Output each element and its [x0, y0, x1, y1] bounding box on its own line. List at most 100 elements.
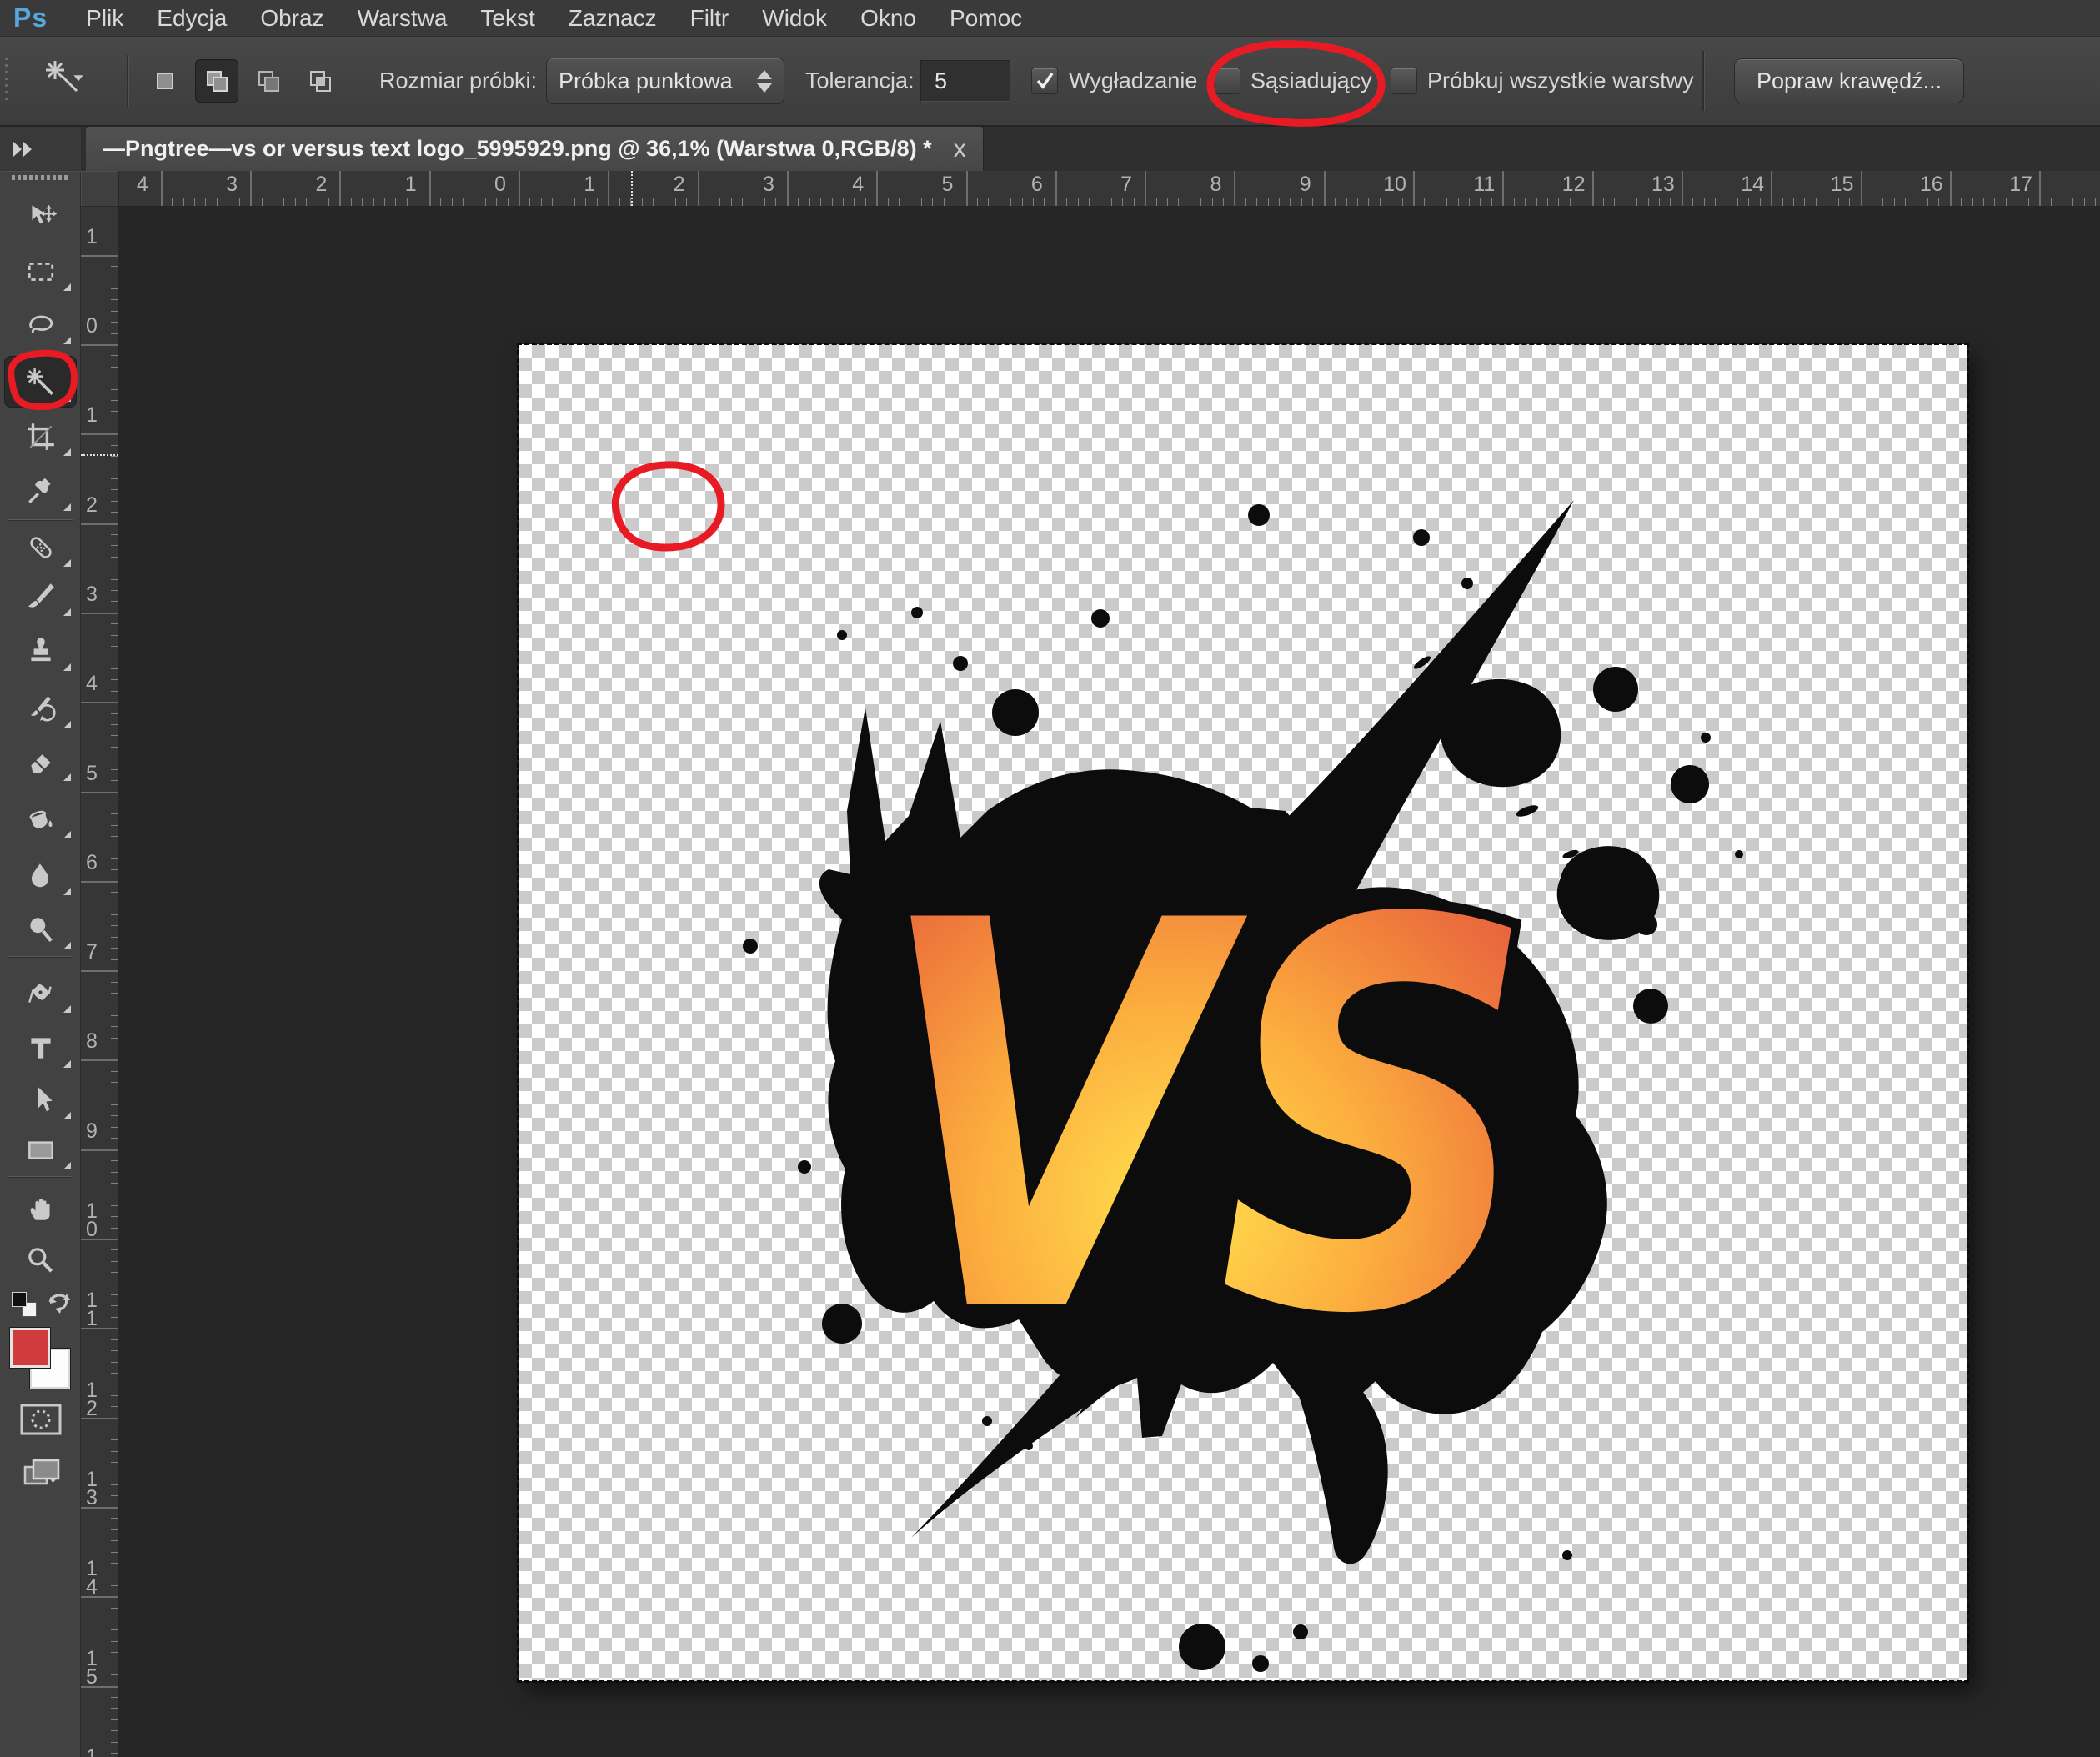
tool-hand[interactable]: [4, 1183, 77, 1234]
ruler-v-label: 1: [86, 406, 98, 424]
ruler-h-label: 15: [1831, 173, 1854, 197]
menu-item-tekst[interactable]: Tekst: [464, 5, 551, 32]
tool-history-brush[interactable]: [4, 683, 77, 734]
document-tab-bar: —Pngtree—vs or versus text logo_5995929.…: [81, 127, 2100, 171]
options-grip: [3, 58, 13, 104]
ruler-h-label: 12: [1562, 173, 1586, 197]
tolerance-input[interactable]: [920, 60, 1010, 102]
flyout-triangle-icon: [63, 831, 71, 838]
eyedropper-icon: [25, 476, 57, 506]
up-down-arrows-icon: [757, 70, 772, 93]
tool-pen[interactable]: [4, 967, 77, 1019]
tool-move[interactable]: [4, 191, 77, 243]
menu-item-filtr[interactable]: Filtr: [674, 5, 746, 32]
screen-mode-icon[interactable]: [22, 1457, 62, 1490]
ruler-h-label: 13: [1651, 173, 1675, 197]
tool-path-selection[interactable]: [4, 1074, 77, 1125]
subtract-from-selection-button[interactable]: [247, 59, 290, 103]
tool-magic-wand[interactable]: [4, 356, 77, 408]
ruler-v-label: 1: [86, 1748, 98, 1757]
ruler-corner-box: [81, 171, 119, 207]
ruler-h-label: 1: [405, 173, 417, 197]
tool-lasso[interactable]: [4, 298, 77, 350]
tool-crop[interactable]: [4, 410, 77, 462]
ruler-v-label: 1 4: [86, 1559, 98, 1596]
ruler-h-label: 4: [137, 173, 148, 197]
tools-panel-header[interactable]: [0, 127, 81, 172]
ruler-h-label: 1: [584, 173, 595, 197]
add-to-selection-button[interactable]: [195, 59, 238, 103]
vertical-ruler[interactable]: 101234567891 01 11 21 31 41 51: [81, 206, 119, 1757]
flyout-triangle-icon: [63, 394, 71, 402]
sample-all-layers-label: Próbkuj wszystkie warstwy: [1427, 68, 1694, 94]
magic-wand-icon: [25, 367, 57, 397]
options-separator-2: [1702, 51, 1704, 111]
document-tab[interactable]: —Pngtree—vs or versus text logo_5995929.…: [86, 127, 984, 171]
pen-icon: [25, 978, 57, 1008]
subtract-from-selection-icon: [254, 67, 283, 95]
flyout-triangle-icon: [63, 773, 71, 781]
contiguous-checkbox[interactable]: [1214, 68, 1240, 94]
flyout-triangle-icon: [63, 559, 71, 567]
new-selection-button[interactable]: [143, 59, 187, 103]
menu-item-okno[interactable]: Okno: [844, 5, 933, 32]
tool-zoom[interactable]: [4, 1234, 77, 1286]
tool-rectangle-shape[interactable]: [4, 1124, 77, 1175]
vs-logo-text: VS: [877, 809, 1536, 1430]
menu-item-warstwa[interactable]: Warstwa: [341, 5, 464, 32]
anti-alias-checkbox[interactable]: [1031, 68, 1058, 94]
flyout-triangle-icon: [63, 721, 71, 728]
tool-spot-healing-brush[interactable]: [4, 521, 77, 573]
menu-item-widok[interactable]: Widok: [745, 5, 844, 32]
tool-eraser[interactable]: [4, 735, 77, 787]
tool-group-separator: [8, 1176, 73, 1177]
tool-eyedropper[interactable]: [4, 465, 77, 517]
add-to-selection-icon: [203, 67, 231, 95]
magic-wand-icon: [43, 58, 93, 104]
mouse-position-indicator-h: [631, 171, 633, 206]
tool-brush[interactable]: [4, 570, 77, 622]
flyout-triangle-icon: [63, 1060, 71, 1068]
tool-blur[interactable]: [4, 849, 77, 901]
refine-edge-button[interactable]: Popraw krawędź...: [1734, 58, 1964, 103]
tool-preset-picker[interactable]: [43, 58, 93, 104]
swap-colors-icon[interactable]: [43, 1290, 73, 1319]
intersect-selection-icon: [306, 67, 334, 95]
ruler-h-label: 14: [1741, 173, 1764, 197]
menu-item-zaznacz[interactable]: Zaznacz: [552, 5, 674, 32]
ruler-h-label: 4: [852, 173, 864, 197]
close-tab-icon[interactable]: x: [954, 137, 966, 162]
flyout-triangle-icon: [63, 1162, 71, 1169]
spot-healing-brush-icon: [25, 532, 57, 562]
dodge-icon: [25, 914, 57, 944]
ruler-v-label: 7: [86, 943, 98, 961]
foreground-color-swatch[interactable]: [10, 1328, 50, 1368]
menu-item-pomoc[interactable]: Pomoc: [933, 5, 1039, 32]
horizontal-ruler[interactable]: 432101234567891011121314151617: [81, 171, 2100, 207]
ruler-v-label: 1 5: [86, 1649, 98, 1686]
menu-item-edycja[interactable]: Edycja: [140, 5, 243, 32]
sample-size-dropdown[interactable]: Próbka punktowa: [546, 58, 784, 104]
mouse-position-indicator-v: [81, 454, 118, 456]
brush-icon: [25, 581, 57, 611]
menu-item-plik[interactable]: Plik: [69, 5, 140, 32]
document-canvas[interactable]: VS: [519, 344, 1967, 1681]
tool-paint-bucket[interactable]: [4, 793, 77, 844]
ruler-h-label: 10: [1383, 173, 1406, 197]
tool-type[interactable]: [4, 1022, 77, 1074]
ruler-v-label: 8: [86, 1032, 98, 1050]
default-colors-icon[interactable]: [12, 1292, 27, 1307]
sample-all-layers-checkbox[interactable]: [1391, 68, 1417, 94]
ruler-h-label: 2: [674, 173, 685, 197]
tool-dodge[interactable]: [4, 904, 77, 955]
quick-mask-mode-icon[interactable]: [20, 1404, 62, 1435]
ruler-h-label: 11: [1473, 173, 1495, 197]
tool-clone-stamp[interactable]: [4, 625, 77, 677]
tool-rectangular-marquee[interactable]: [4, 245, 77, 297]
menu-item-obraz[interactable]: Obraz: [243, 5, 340, 32]
ruler-v-label: 6: [86, 853, 98, 872]
flyout-triangle-icon: [63, 1005, 71, 1013]
crop-icon: [25, 421, 57, 451]
intersect-selection-button[interactable]: [298, 59, 342, 103]
ruler-h-label: 16: [1920, 173, 1943, 197]
